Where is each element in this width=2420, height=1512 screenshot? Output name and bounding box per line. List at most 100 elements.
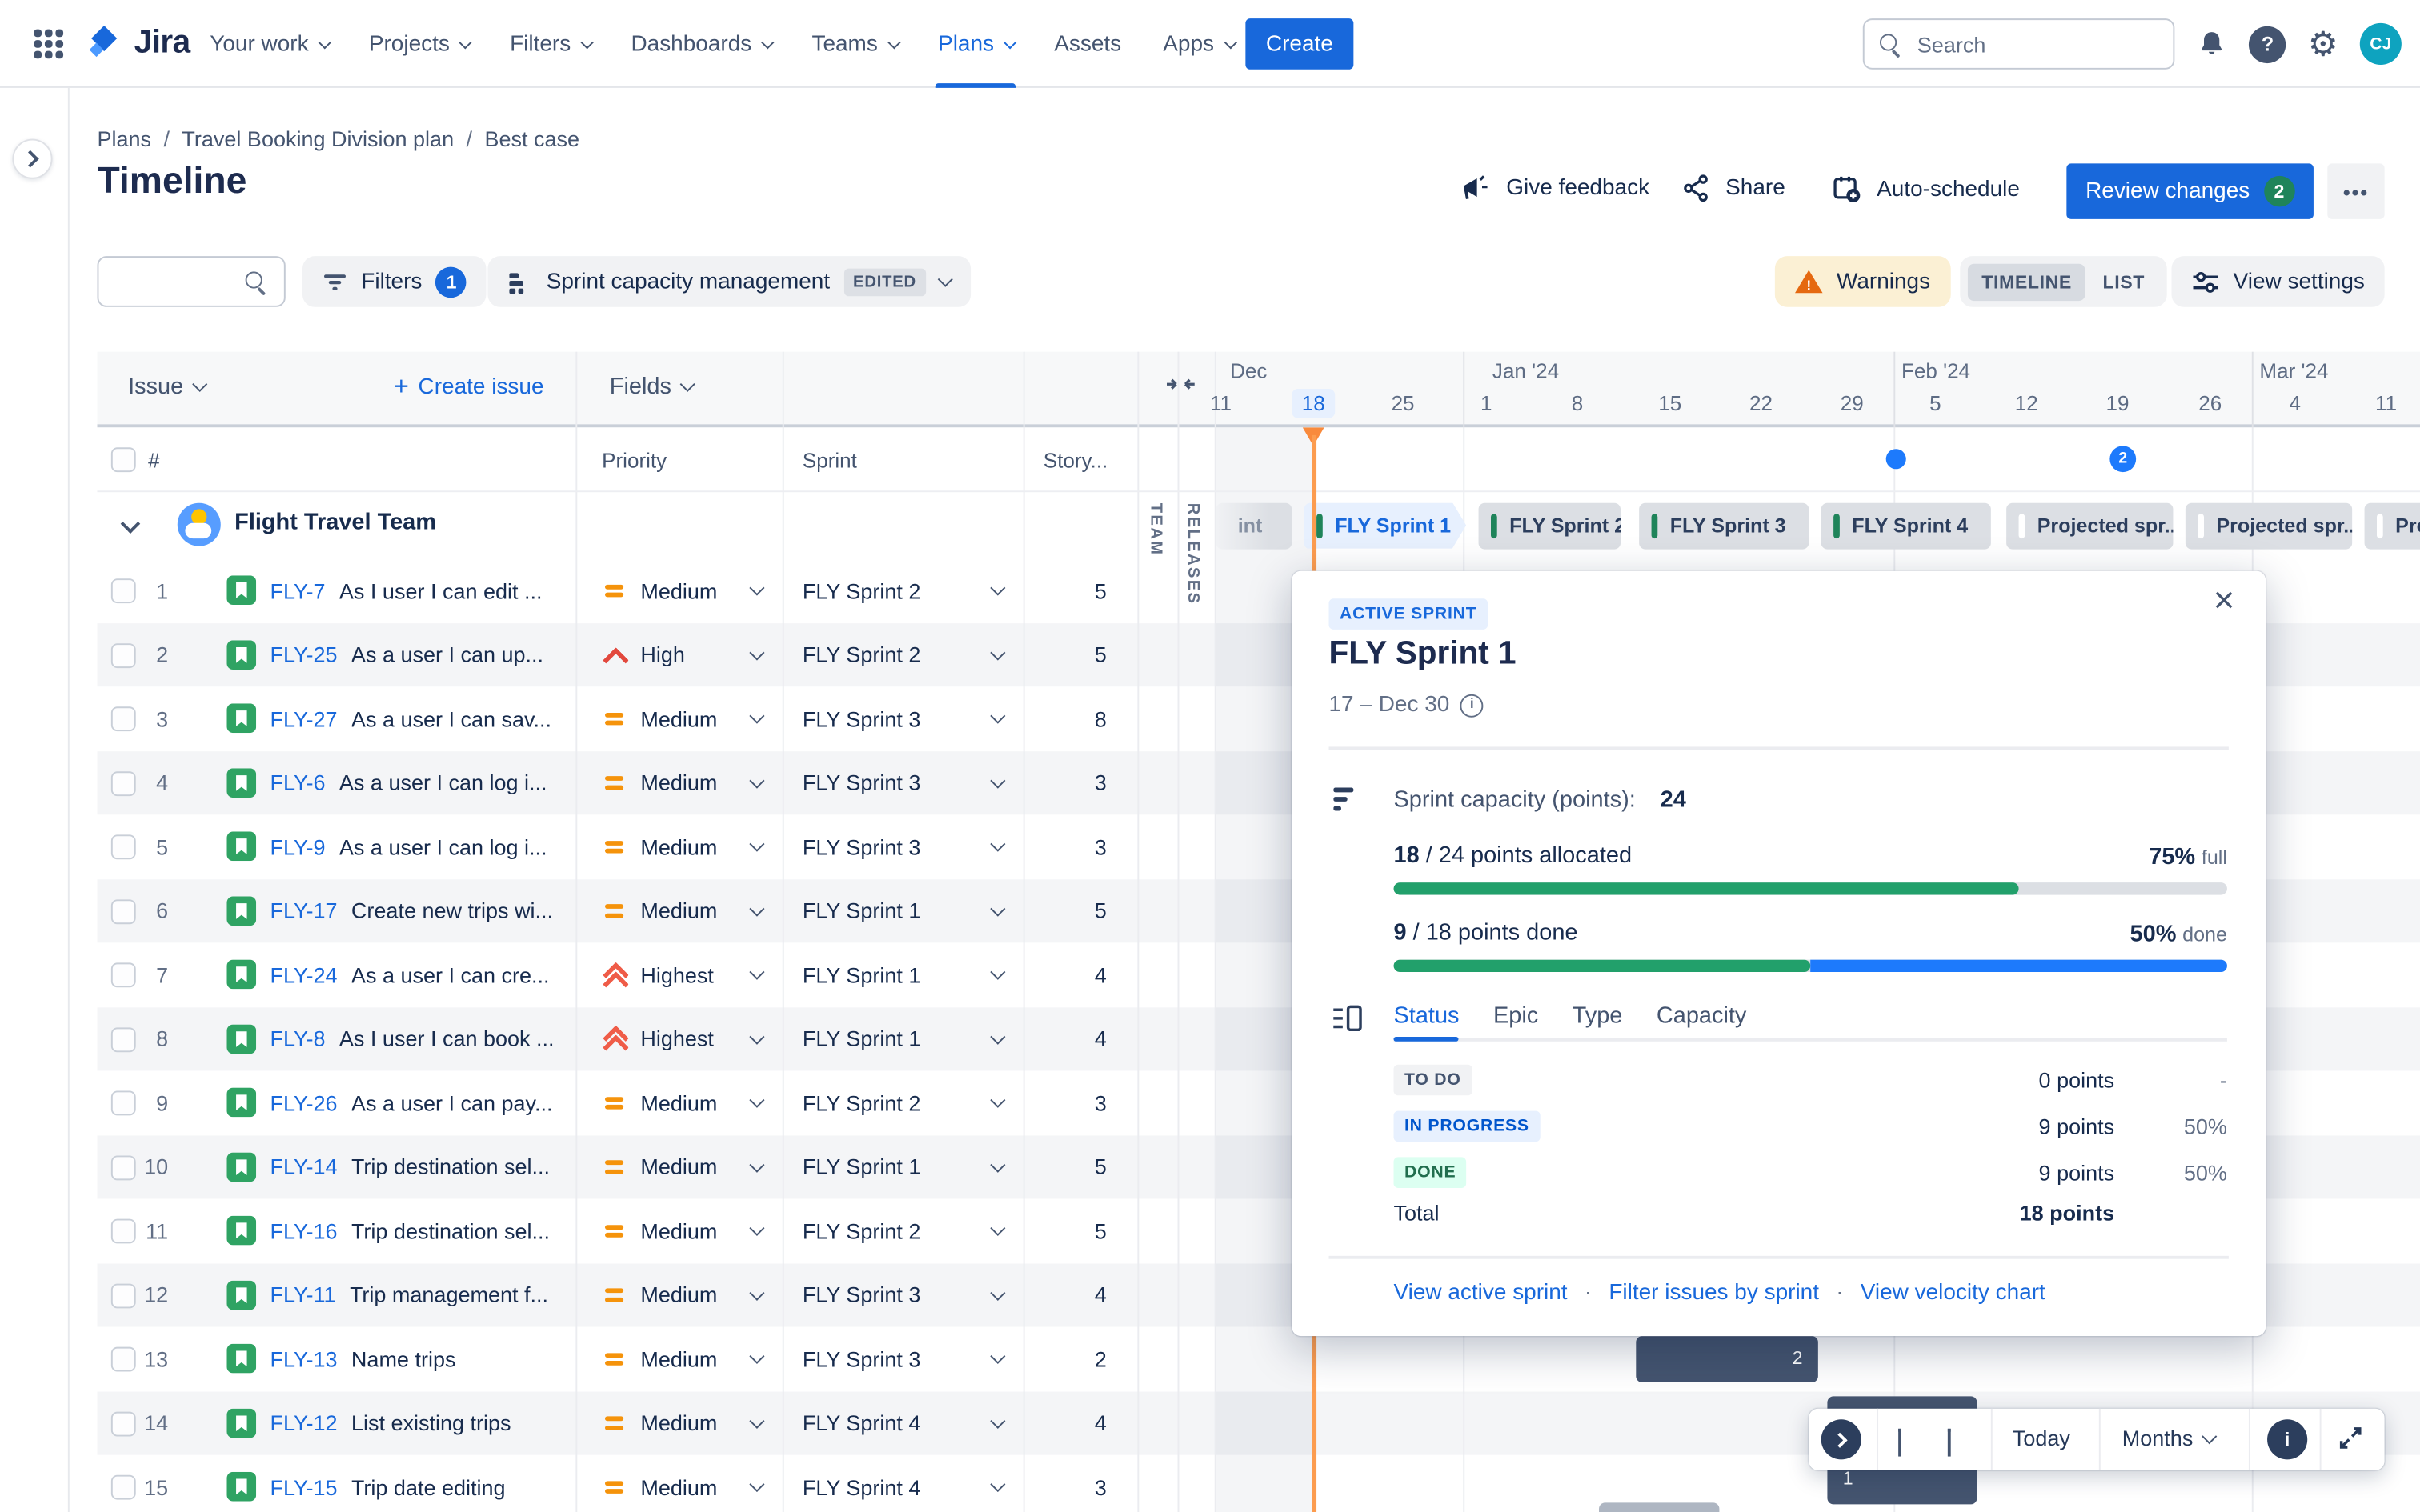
priority-dropdown[interactable]: Medium	[575, 1198, 782, 1262]
story-points[interactable]: 5	[1024, 1198, 1138, 1262]
issue-key-link[interactable]: FLY-8	[270, 1026, 325, 1051]
sprint-bar-projected[interactable]: Projected spr...	[2185, 502, 2353, 549]
create-issue-button[interactable]: + Create issue	[394, 374, 544, 400]
plan-search-input[interactable]	[114, 258, 250, 306]
story-points[interactable]: 3	[1024, 814, 1138, 878]
jira-logo[interactable]: Jira	[85, 23, 190, 62]
sprint-dropdown[interactable]: FLY Sprint 1	[783, 1006, 1024, 1070]
menu-plans-active[interactable]: Plans	[935, 0, 1017, 88]
sprint-bar-projected[interactable]: Projected spr...	[2006, 502, 2174, 549]
story-points[interactable]: 3	[1024, 1070, 1138, 1134]
menu-assets[interactable]: Assets	[1054, 0, 1121, 88]
row-checkbox[interactable]	[110, 834, 136, 860]
row-checkbox[interactable]	[110, 706, 136, 732]
help-icon[interactable]: ?	[2249, 25, 2286, 63]
scroll-left-button[interactable]	[1898, 1428, 1901, 1457]
sprint-dropdown[interactable]: FLY Sprint 1	[783, 942, 1024, 1006]
story-points[interactable]: 4	[1024, 1006, 1138, 1070]
sprint-dropdown[interactable]: FLY Sprint 1	[783, 878, 1024, 942]
story-points[interactable]: 5	[1024, 558, 1138, 622]
filters-button[interactable]: Filters 1	[302, 256, 487, 307]
issue-key-link[interactable]: FLY-25	[270, 642, 337, 667]
tab-epic[interactable]: Epic	[1493, 1003, 1538, 1030]
menu-dashboards[interactable]: Dashboards	[631, 0, 775, 88]
issue-key-link[interactable]: FLY-13	[270, 1346, 337, 1371]
priority-dropdown[interactable]: High	[575, 622, 782, 686]
sprint-dropdown[interactable]: FLY Sprint 1	[783, 1134, 1024, 1198]
row-checkbox[interactable]	[110, 1090, 136, 1116]
sprint-dropdown[interactable]: FLY Sprint 2	[783, 622, 1024, 686]
row-checkbox[interactable]	[110, 1026, 136, 1052]
story-points[interactable]: 2	[1024, 1327, 1138, 1391]
story-points[interactable]: 4	[1024, 942, 1138, 1006]
sprint-dropdown[interactable]: FLY Sprint 3	[783, 750, 1024, 814]
sprint-dropdown[interactable]: FLY Sprint 2	[783, 558, 1024, 622]
create-button[interactable]: Create	[1245, 18, 1354, 70]
select-all-checkbox[interactable]	[110, 447, 136, 473]
priority-dropdown[interactable]: Medium	[575, 1455, 782, 1512]
priority-dropdown[interactable]: Medium	[575, 1327, 782, 1391]
issue-header-dropdown[interactable]: Issue	[128, 374, 208, 399]
view-active-sprint-link[interactable]: View active sprint	[1393, 1281, 1567, 1306]
sprint-bar-previous[interactable]: int	[1216, 502, 1292, 549]
zoom-range-dropdown[interactable]: Months	[2122, 1426, 2218, 1450]
sprint-bar-active[interactable]: FLY Sprint 1	[1304, 502, 1466, 549]
issue-key-link[interactable]: FLY-15	[270, 1474, 337, 1499]
filter-issues-by-sprint-link[interactable]: Filter issues by sprint	[1609, 1281, 1819, 1306]
issue-key-link[interactable]: FLY-6	[270, 770, 325, 795]
story-points[interactable]: 5	[1024, 622, 1138, 686]
issue-gantt-bar-part[interactable]	[1598, 1502, 1720, 1512]
story-points[interactable]: 5	[1024, 878, 1138, 942]
row-checkbox[interactable]	[110, 1410, 136, 1436]
review-changes-button[interactable]: Review changes 2	[2066, 163, 2314, 219]
warnings-button[interactable]: Warnings	[1774, 256, 1951, 307]
auto-schedule-button[interactable]: Auto-schedule	[1830, 173, 2020, 205]
issue-key-link[interactable]: FLY-7	[270, 578, 325, 603]
expand-panel-button[interactable]	[1821, 1419, 1861, 1460]
sprint-dropdown[interactable]: FLY Sprint 3	[783, 814, 1024, 878]
priority-dropdown[interactable]: Medium	[575, 1134, 782, 1198]
row-checkbox[interactable]	[110, 642, 136, 668]
global-search-input[interactable]	[1917, 20, 2165, 68]
sprint-bar[interactable]: FLY Sprint 4	[1821, 502, 1991, 549]
row-checkbox[interactable]	[110, 898, 136, 924]
story-points[interactable]: 3	[1024, 750, 1138, 814]
issue-key-link[interactable]: FLY-17	[270, 898, 337, 923]
sprint-bar[interactable]: FLY Sprint 2	[1478, 502, 1621, 549]
sprint-dropdown[interactable]: FLY Sprint 4	[783, 1455, 1024, 1512]
today-button[interactable]: Today	[2013, 1426, 2070, 1450]
story-points[interactable]: 8	[1024, 686, 1138, 750]
menu-teams[interactable]: Teams	[811, 0, 901, 88]
sprint-dropdown[interactable]: FLY Sprint 3	[783, 1327, 1024, 1391]
sprint-dropdown[interactable]: FLY Sprint 4	[783, 1391, 1024, 1455]
avatar[interactable]: CJ	[2359, 22, 2402, 65]
menu-filters[interactable]: Filters	[510, 0, 594, 88]
notifications-bell-icon[interactable]	[2197, 29, 2228, 60]
sprint-dropdown[interactable]: FLY Sprint 3	[783, 686, 1024, 750]
menu-apps[interactable]: Apps	[1163, 0, 1237, 88]
issue-key-link[interactable]: FLY-14	[270, 1154, 337, 1179]
issue-key-link[interactable]: FLY-11	[270, 1282, 335, 1307]
sprint-dropdown[interactable]: FLY Sprint 2	[783, 1070, 1024, 1134]
sprint-dropdown[interactable]: FLY Sprint 2	[783, 1198, 1024, 1262]
priority-dropdown[interactable]: Medium	[575, 1391, 782, 1455]
priority-dropdown[interactable]: Medium	[575, 1070, 782, 1134]
issue-key-link[interactable]: FLY-9	[270, 834, 325, 859]
story-points[interactable]: 4	[1024, 1391, 1138, 1455]
issue-key-link[interactable]: FLY-27	[270, 706, 337, 731]
info-icon[interactable]	[1460, 693, 1484, 717]
settings-gear-icon[interactable]: ⚙	[2308, 26, 2338, 61]
story-points[interactable]: 3	[1024, 1455, 1138, 1512]
issue-key-link[interactable]: FLY-26	[270, 1090, 337, 1115]
fullscreen-icon[interactable]	[2337, 1424, 2365, 1452]
more-actions-button[interactable]: •••	[2327, 163, 2385, 219]
issue-gantt-bar[interactable]: 2	[1636, 1336, 1818, 1382]
breadcrumb-scenario[interactable]: Best case	[484, 126, 579, 151]
priority-dropdown[interactable]: Highest	[575, 942, 782, 1006]
priority-dropdown[interactable]: Medium	[575, 686, 782, 750]
row-checkbox[interactable]	[110, 1218, 136, 1244]
app-switcher-icon[interactable]	[34, 29, 64, 59]
tab-capacity[interactable]: Capacity	[1657, 1003, 1747, 1030]
info-icon[interactable]: i	[2267, 1419, 2308, 1460]
tab-list[interactable]: LIST	[2089, 263, 2158, 300]
